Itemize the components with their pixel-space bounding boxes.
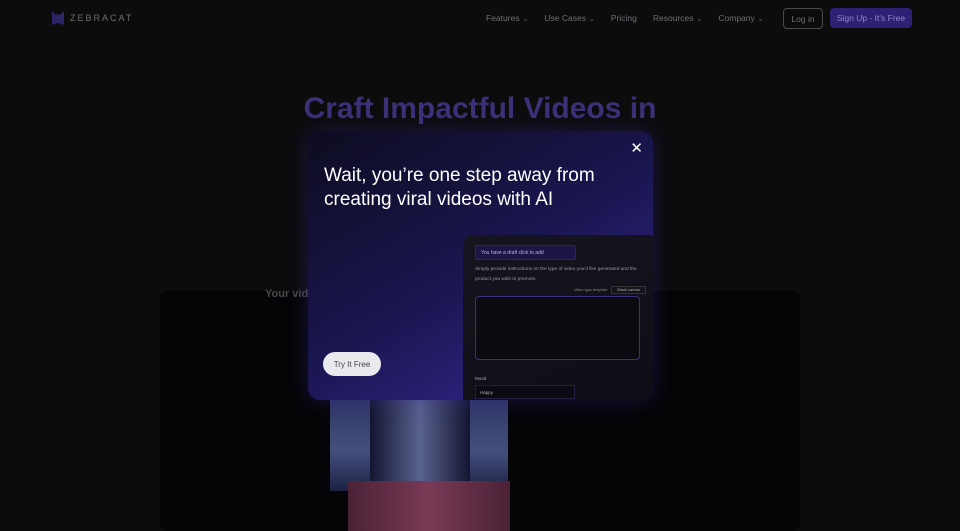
nav-label: Resources [652,13,694,23]
mood-field[interactable]: Happy [475,385,575,399]
template-row: Video type template: Blank canvas [475,286,646,294]
nav-resources[interactable]: Resources ⌄ [653,13,703,23]
nav-company[interactable]: Company ⌄ [718,13,763,23]
prompt-textarea[interactable] [475,296,640,360]
chevron-down-icon: ⌄ [589,16,595,23]
zebracat-logo-icon [52,11,64,25]
chevron-down-icon: ⌄ [522,16,529,23]
modal-title: Wait, you’re one step away from creating… [324,165,595,210]
instructions-text: Simply provide instructions on the type … [475,267,637,282]
preview-panel: You have a draft click to add Simply pro… [463,235,653,400]
signup-modal: ✕ Wait, you’re one step away from creati… [308,131,653,400]
video-frame-bottom [348,481,510,531]
login-button[interactable]: Log in [783,8,823,29]
try-it-free-button[interactable]: Try It Free [323,352,381,376]
mood-label: Mood [475,376,487,381]
video-frame-top [330,391,508,491]
brand-name: ZEBRACAT [70,13,134,23]
hero-subtitle: Your vid [265,288,309,300]
hero-title: Craft Impactful Videos in [303,92,657,125]
template-select[interactable]: Blank canvas [611,286,646,294]
draft-banner[interactable]: You have a draft click to add [475,245,576,260]
nav-label: Features [486,13,520,23]
top-nav: ZEBRACAT Features ⌄ Use Cases ⌄ Pricing Re… [0,0,960,36]
logo[interactable]: ZEBRACAT [52,11,133,25]
nav-menu: Features ⌄ Use Cases ⌄ Pricing Resources ⌄ … [486,13,764,23]
nav-features[interactable]: Features ⌄ [486,13,528,23]
template-label: Video type template: [573,288,609,292]
close-icon[interactable]: ✕ [630,139,643,157]
nav-label: Pricing [610,13,637,23]
nav-label: Company [718,13,755,23]
nav-use-cases[interactable]: Use Cases ⌄ [544,13,594,23]
nav-label: Use Cases [544,13,586,23]
nav-pricing[interactable]: Pricing [611,13,637,23]
chevron-down-icon: ⌄ [757,16,764,23]
signup-button[interactable]: Sign Up - It's Free [830,8,912,28]
chevron-down-icon: ⌄ [696,16,703,23]
